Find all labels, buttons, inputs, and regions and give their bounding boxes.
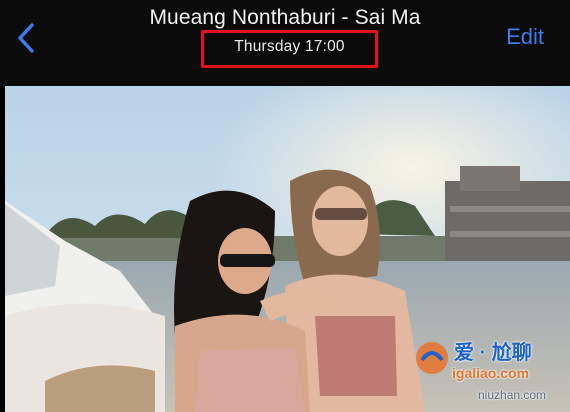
navigation-bar: Mueang Nonthaburi - Sai Ma Thursday 17:0… <box>0 0 570 86</box>
date-time-label: Thursday 17:00 <box>234 38 345 55</box>
watermark-line3: niuzhan.com <box>478 388 547 402</box>
location-title: Mueang Nonthaburi - Sai Ma <box>149 6 421 29</box>
edit-button[interactable]: Edit <box>506 24 544 50</box>
watermark: 爱 · 尬聊 igaliao.com niuzhan.com <box>412 332 562 410</box>
photo-view[interactable]: 爱 · 尬聊 igaliao.com niuzhan.com <box>5 86 570 412</box>
watermark-logo-icon <box>416 342 448 374</box>
watermark-line1: 爱 · 尬聊 <box>454 342 532 364</box>
watermark-line2: igaliao.com <box>452 365 530 381</box>
